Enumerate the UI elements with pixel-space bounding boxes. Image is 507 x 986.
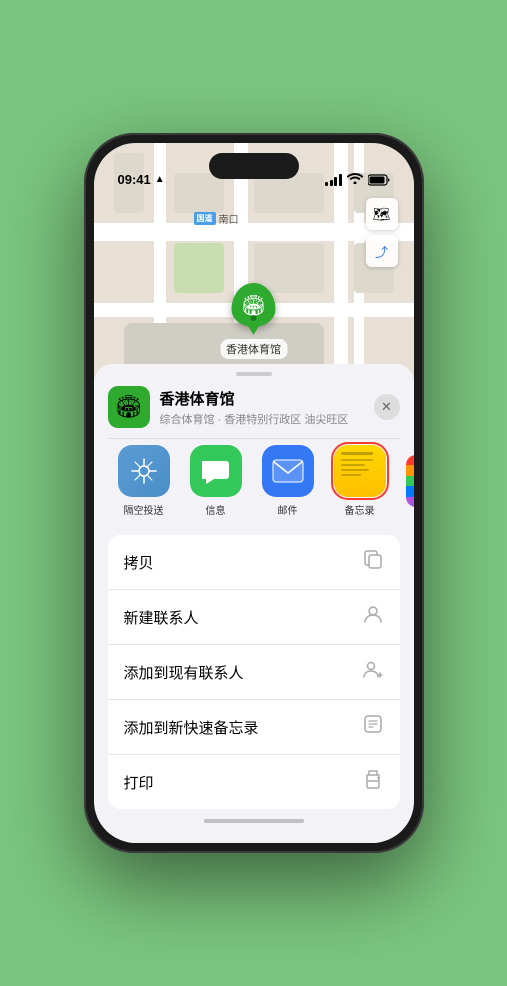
quick-note-icon xyxy=(362,713,384,741)
status-time: 09:41 ▲ xyxy=(118,172,165,187)
print-label: 打印 xyxy=(124,772,154,793)
menu-item-new-contact[interactable]: 新建联系人 xyxy=(108,590,400,645)
new-contact-label: 新建联系人 xyxy=(124,607,199,628)
phone-frame: 09:41 ▲ xyxy=(84,133,424,853)
location-icon: ▲ xyxy=(155,174,165,185)
venue-emoji: 🏟 xyxy=(115,394,143,420)
menu-item-print[interactable]: 打印 xyxy=(108,755,400,809)
share-action-more[interactable] xyxy=(396,445,414,517)
bottom-sheet: 🏟 香港体育馆 综合体育馆 · 香港特别行政区 油尖旺区 ✕ xyxy=(94,364,414,843)
close-button[interactable]: ✕ xyxy=(374,394,400,420)
road-name: 南口 xyxy=(219,211,239,226)
airdrop-label: 隔空投送 xyxy=(124,502,164,517)
airdrop-icon xyxy=(118,445,170,497)
time-display: 09:41 xyxy=(118,172,151,187)
phone-screen: 09:41 ▲ xyxy=(94,143,414,843)
add-existing-icon xyxy=(362,658,384,686)
map-type-button[interactable]: 🗺 xyxy=(366,198,398,230)
menu-item-quick-note[interactable]: 添加到新快速备忘录 xyxy=(108,700,400,755)
signal-bar-1 xyxy=(325,182,328,186)
venue-name: 香港体育馆 xyxy=(160,388,364,409)
signal-bar-2 xyxy=(330,180,333,186)
share-action-mail[interactable]: 邮件 xyxy=(252,445,324,517)
signal-bar-3 xyxy=(334,177,337,186)
message-label: 信息 xyxy=(206,502,226,517)
message-icon xyxy=(190,445,242,497)
stadium-marker[interactable]: 🏟 香港体育馆 xyxy=(220,283,287,359)
mail-label: 邮件 xyxy=(278,502,298,517)
mail-icon xyxy=(262,445,314,497)
stadium-pin-icon: 🏟 xyxy=(241,293,266,318)
stadium-pin: 🏟 xyxy=(232,283,276,327)
sheet-header: 🏟 香港体育馆 综合体育馆 · 香港特别行政区 油尖旺区 ✕ xyxy=(94,376,414,438)
menu-section: 拷贝 新建联系人 xyxy=(94,535,414,809)
stadium-label: 香港体育馆 xyxy=(220,339,287,359)
venue-icon: 🏟 xyxy=(108,386,150,428)
home-indicator xyxy=(204,819,304,823)
venue-description: 综合体育馆 · 香港特别行政区 油尖旺区 xyxy=(160,411,364,427)
home-indicator-area xyxy=(94,809,414,823)
wifi-icon xyxy=(347,172,363,187)
location-button[interactable]: ⤴ xyxy=(366,235,398,267)
add-existing-label: 添加到现有联系人 xyxy=(124,662,244,683)
share-action-notes[interactable]: 备忘录 xyxy=(324,445,396,517)
share-action-message[interactable]: 信息 xyxy=(180,445,252,517)
dynamic-island xyxy=(209,153,299,179)
notes-label: 备忘录 xyxy=(345,502,375,517)
venue-info: 香港体育馆 综合体育馆 · 香港特别行政区 油尖旺区 xyxy=(160,388,364,427)
more-icon xyxy=(406,455,414,507)
menu-item-copy[interactable]: 拷贝 xyxy=(108,535,400,590)
road-badge: 国道 xyxy=(194,212,216,225)
share-actions-row: 隔空投送 信息 xyxy=(94,439,414,527)
menu-item-add-existing[interactable]: 添加到现有联系人 xyxy=(108,645,400,700)
copy-label: 拷贝 xyxy=(124,552,154,573)
map-type-icon: 🗺 xyxy=(373,206,391,223)
copy-icon xyxy=(362,548,384,576)
new-contact-icon xyxy=(362,603,384,631)
status-icons xyxy=(325,172,390,187)
stadium-pin-dot xyxy=(251,315,257,321)
signal-bar-4 xyxy=(339,174,342,186)
map-controls: 🗺 ⤴ xyxy=(366,198,398,267)
print-icon xyxy=(362,768,384,796)
signal-bars xyxy=(325,174,342,186)
notes-icon-bg xyxy=(334,445,386,497)
share-action-airdrop[interactable]: 隔空投送 xyxy=(108,445,180,517)
battery-icon xyxy=(368,174,390,186)
location-arrow-icon: ⤴ xyxy=(375,242,388,261)
quick-note-label: 添加到新快速备忘录 xyxy=(124,717,259,738)
road-label: 国道 南口 xyxy=(194,211,239,226)
